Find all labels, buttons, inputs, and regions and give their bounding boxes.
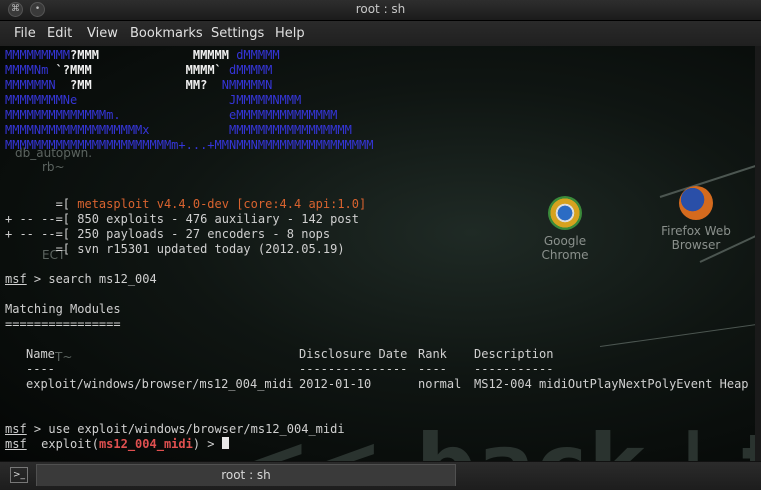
ascii-blue: MMMMMMMMMMMMMMMMMMMMMMMm+...+MMNMMNMMMMM… (5, 138, 374, 152)
menu-edit[interactable]: Edit (47, 26, 72, 41)
exploit-module: ms12_004_midi (98, 437, 193, 451)
ascii-blue: JMMMMMNMMM (228, 93, 302, 107)
matching-modules-title: Matching Modules (5, 302, 121, 316)
menu-settings[interactable]: Settings (211, 26, 264, 41)
col-header-name: Name (26, 347, 55, 361)
banner-svn: svn r15301 updated today (2012.05.19) (77, 242, 345, 256)
ascii-space (92, 78, 186, 92)
ascii-blue: MMMMMMMMMMMMMMm. (5, 108, 121, 122)
ascii-blue: dMMMMM (228, 48, 280, 62)
firefox-label: Firefox Web Browser (661, 224, 731, 252)
ascii-white: ?MMM (70, 48, 99, 62)
menu-bookmarks[interactable]: Bookmarks (130, 26, 203, 41)
ascii-white: `?MMM (48, 63, 92, 77)
window-titlebar: ⌘ • root : sh (0, 0, 761, 21)
tab-strip: >_ root : sh (0, 461, 761, 490)
ascii-blue: MMMMMMMMM (5, 48, 71, 62)
command-text: > use exploit/windows/browser/ms12_004_m… (26, 422, 345, 436)
firefox-desktop-icon[interactable]: Firefox Web Browser (657, 186, 735, 252)
wallpaper-streak (599, 322, 761, 347)
col-header-description: Description (474, 347, 554, 361)
command-line-use: msf > use exploit/windows/browser/ms12_0… (5, 422, 345, 437)
google-chrome-desktop-icon[interactable]: Google Chrome (535, 196, 595, 262)
cell-rank: normal (418, 377, 462, 391)
col-rule: ---- (418, 362, 447, 376)
menu-view[interactable]: View (87, 26, 118, 41)
ascii-space (99, 48, 193, 62)
ascii-blue: NMMMMMN (207, 78, 273, 92)
banner-exploits-line: + -- --=[ 850 exploits - 476 auxiliary -… (5, 212, 360, 226)
msf-prompt: msf (5, 437, 27, 451)
col-rule: --------------- (299, 362, 408, 376)
command-line-search: msf > search ms12_004 (5, 272, 157, 287)
window-title: root : sh (355, 2, 406, 16)
ascii-space (77, 93, 229, 107)
banner-payloads-line: + -- --=[ 250 payloads - 27 encoders - 8… (5, 227, 331, 241)
ascii-blue: MMMMMMMMMMMMMMMMM (228, 123, 352, 137)
banner-version-line: =[ metasploit v4.4.0-dev [core:4.4 api:1… (5, 197, 367, 211)
ascii-white: ?MM (55, 78, 92, 92)
terminal-scrollbar[interactable] (755, 46, 761, 461)
menu-help[interactable]: Help (275, 26, 305, 41)
exploit-suffix: ) > (192, 437, 222, 451)
ascii-white: MMMMM (192, 48, 229, 62)
ascii-blue: dMMMMM (221, 63, 273, 77)
chrome-icon (548, 196, 582, 230)
msf-prompt: msf (5, 272, 27, 286)
ascii-space (92, 63, 186, 77)
col-rule: ---- (26, 362, 55, 376)
msf-prompt: msf (5, 422, 27, 436)
text-cursor (221, 437, 229, 449)
tab-root-sh[interactable]: root : sh (36, 464, 456, 486)
cell-date: 2012-01-10 (299, 377, 372, 391)
col-header-rank: Rank (418, 347, 447, 361)
ascii-space (121, 108, 229, 122)
banner-exploits: 850 exploits - 476 auxiliary - 142 post (77, 212, 360, 226)
col-header-date: Disclosure Date (299, 347, 408, 361)
active-prompt-line[interactable]: msf exploit(ms12_004_midi) > (5, 437, 229, 452)
ascii-space (150, 123, 229, 137)
ghost-desktop-label: rb~ (42, 160, 65, 174)
firefox-icon (679, 186, 713, 220)
google-chrome-label: Google Chrome (541, 234, 589, 262)
cell-name: exploit/windows/browser/ms12_004_midi (26, 377, 294, 391)
ascii-blue: MMMMNm (5, 63, 49, 77)
terminal-area[interactable]: << back | tra Google Chrome Firefox Web … (0, 46, 761, 461)
ascii-blue: MMMMMMMMNe (5, 93, 78, 107)
banner-svn-line: =[ svn r15301 updated today (2012.05.19) (5, 242, 345, 256)
ghost-desktop-label: T~ (55, 350, 73, 364)
ascii-white: MM? (185, 78, 208, 92)
ascii-blue: eMMMMMMMMMMMMMM (228, 108, 338, 122)
cell-description: MS12-004 midiOutPlayNextPolyEvent Heap O… (474, 377, 761, 391)
banner-version: metasploit v4.4.0-dev [core:4.4 api:1.0] (77, 197, 367, 211)
matching-modules-rule: ================ (5, 317, 121, 331)
command-text: > search ms12_004 (26, 272, 157, 286)
ascii-blue: MMMMNMMMMMMMMMMMMMMx (5, 123, 150, 137)
menu-bar: File Edit View Bookmarks Settings Help (0, 21, 761, 46)
col-rule: ----------- (474, 362, 554, 376)
ascii-white: MMMM` (185, 63, 222, 77)
menu-file[interactable]: File (14, 26, 36, 41)
ascii-blue: MMMMMMN (5, 78, 56, 92)
exploit-prefix: exploit( (26, 437, 99, 451)
new-tab-icon[interactable]: >_ (10, 467, 28, 483)
banner-payloads: 250 payloads - 27 encoders - 8 nops (77, 227, 331, 241)
